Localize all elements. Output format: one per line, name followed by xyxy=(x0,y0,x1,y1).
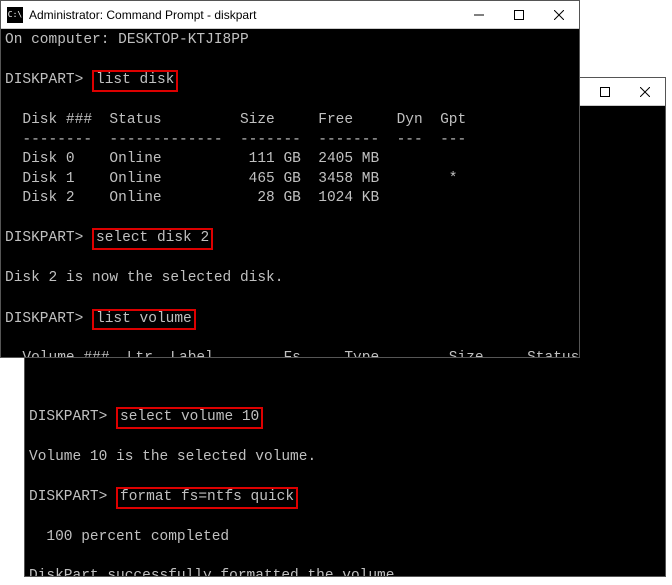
diskpart-prompt: DISKPART> xyxy=(5,72,83,88)
close-icon xyxy=(554,10,564,20)
disk-table-header: Disk ### Status Size Free Dyn Gpt xyxy=(5,112,466,128)
volume-table-header: Volume ### Ltr Label Fs Type Size Status… xyxy=(5,350,579,357)
maximize-icon xyxy=(600,87,610,97)
cmd-select-disk: select disk 2 xyxy=(92,228,213,249)
minimize-icon xyxy=(474,10,484,20)
diskpart-prompt: DISKPART> xyxy=(29,409,107,425)
diskpart-prompt: DISKPART> xyxy=(5,230,83,246)
progress-msg: 100 percent completed xyxy=(29,529,229,545)
cmd-format: format fs=ntfs quick xyxy=(116,487,298,508)
diskpart-prompt: DISKPART> xyxy=(29,489,107,505)
window-controls-front xyxy=(459,1,579,29)
maximize-button[interactable] xyxy=(585,78,625,106)
disk-table-divider: -------- ------------- ------- ------- -… xyxy=(5,132,466,148)
cmd-window-front: C:\ Administrator: Command Prompt - disk… xyxy=(0,0,580,358)
titlebar-front: C:\ Administrator: Command Prompt - disk… xyxy=(1,1,579,29)
format-success-msg: DiskPart successfully formatted the volu… xyxy=(29,568,403,576)
cmd-list-volume: list volume xyxy=(92,309,196,330)
computer-line: On computer: DESKTOP-KTJI8PP xyxy=(5,32,249,48)
window-title-front: Administrator: Command Prompt - diskpart xyxy=(29,8,459,22)
disk-row: Disk 2 Online 28 GB 1024 KB xyxy=(5,190,379,206)
diskpart-prompt: DISKPART> xyxy=(5,311,83,327)
minimize-button[interactable] xyxy=(459,1,499,29)
close-button[interactable] xyxy=(625,78,665,106)
maximize-button[interactable] xyxy=(499,1,539,29)
disk-row: Disk 0 Online 111 GB 2405 MB xyxy=(5,151,379,167)
maximize-icon xyxy=(514,10,524,20)
terminal-front[interactable]: On computer: DESKTOP-KTJI8PP DISKPART> l… xyxy=(1,29,579,357)
close-button[interactable] xyxy=(539,1,579,29)
selected-volume-msg: Volume 10 is the selected volume. xyxy=(29,449,316,465)
disk-row: Disk 1 Online 465 GB 3458 MB * xyxy=(5,171,457,187)
selected-disk-msg: Disk 2 is now the selected disk. xyxy=(5,270,283,286)
cmd-select-volume: select volume 10 xyxy=(116,407,263,428)
cmd-list-disk: list disk xyxy=(92,70,178,91)
cmd-app-icon: C:\ xyxy=(7,7,23,23)
close-icon xyxy=(640,87,650,97)
